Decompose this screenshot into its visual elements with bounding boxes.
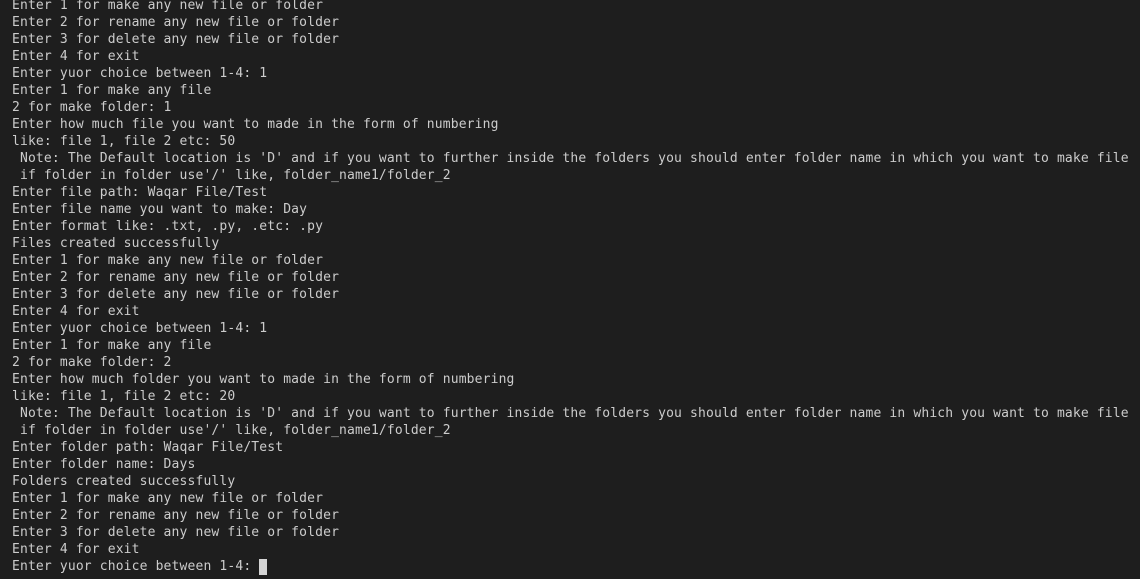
output-line: like: file 1, file 2 etc: 20 xyxy=(12,389,236,404)
output-line: like: file 1, file 2 etc: 50 xyxy=(12,134,236,149)
output-line: Enter format like: .txt, .py, .etc: .py xyxy=(12,219,324,234)
output-line: if folder in folder use'/' like, folder_… xyxy=(12,423,451,438)
output-line: Enter 4 for exit xyxy=(12,542,140,557)
output-line: 2 for make folder: 2 xyxy=(12,355,172,370)
output-line: Enter 2 for rename any new file or folde… xyxy=(12,508,340,523)
output-line: Note: The Default location is 'D' and if… xyxy=(12,406,1129,421)
output-line: Enter 1 for make any new file or folder xyxy=(12,253,324,268)
terminal-output: Enter 1 for make any new file or folder … xyxy=(12,0,1140,575)
output-line: if folder in folder use'/' like, folder_… xyxy=(12,168,451,183)
output-line: Enter yuor choice between 1-4: 1 xyxy=(12,66,268,81)
output-line: Enter 3 for delete any new file or folde… xyxy=(12,287,340,302)
output-line: Enter yuor choice between 1-4: 1 xyxy=(12,321,268,336)
output-line: Enter how much file you want to made in … xyxy=(12,117,499,132)
terminal-window[interactable]: Enter 1 for make any new file or folder … xyxy=(0,0,1140,579)
input-prompt-line[interactable]: Enter yuor choice between 1-4: xyxy=(12,558,1140,575)
output-line: Enter 4 for exit xyxy=(12,304,140,319)
output-line: Enter 1 for make any new file or folder xyxy=(12,0,324,13)
output-line: Enter file name you want to make: Day xyxy=(12,202,308,217)
output-line: Enter 3 for delete any new file or folde… xyxy=(12,32,340,47)
output-line: Enter 2 for rename any new file or folde… xyxy=(12,15,340,30)
output-line: Folders created successfully xyxy=(12,474,236,489)
output-line: Enter 3 for delete any new file or folde… xyxy=(12,525,340,540)
output-line: Enter file path: Waqar File/Test xyxy=(12,185,268,200)
output-line: 2 for make folder: 1 xyxy=(12,100,172,115)
output-line: Files created successfully xyxy=(12,236,220,251)
output-line: Note: The Default location is 'D' and if… xyxy=(12,151,1129,166)
output-line: Enter how much folder you want to made i… xyxy=(12,372,515,387)
output-line: Enter folder path: Waqar File/Test xyxy=(12,440,284,455)
output-line: Enter 1 for make any file xyxy=(12,83,212,98)
output-line: Enter 1 for make any new file or folder xyxy=(12,491,324,506)
output-line: Enter 2 for rename any new file or folde… xyxy=(12,270,340,285)
output-line: Enter 4 for exit xyxy=(12,49,140,64)
text-cursor[interactable] xyxy=(259,558,268,575)
prompt-text: Enter yuor choice between 1-4: xyxy=(12,559,252,574)
output-line: Enter folder name: Days xyxy=(12,457,196,472)
output-line: Enter 1 for make any file xyxy=(12,338,212,353)
